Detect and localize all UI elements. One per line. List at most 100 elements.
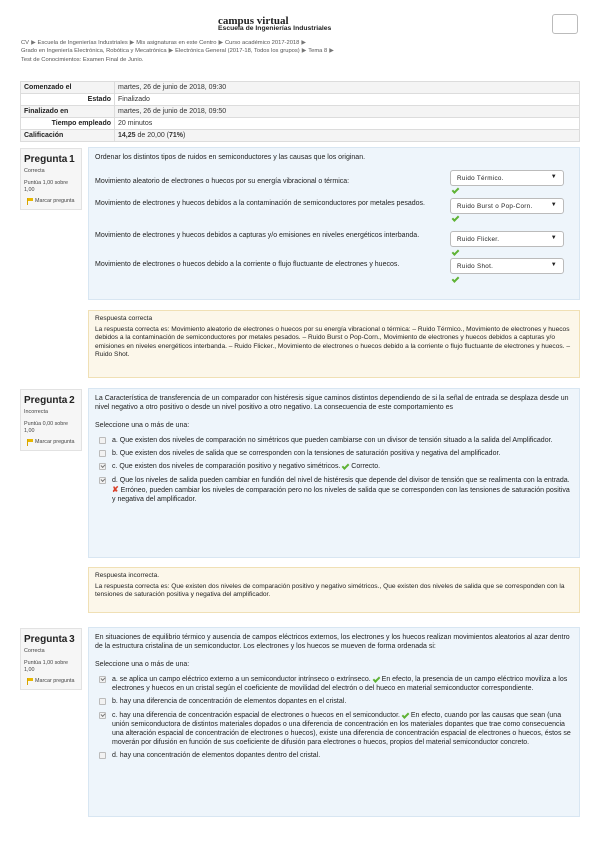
breadcrumb-arrow-icon: ▶ xyxy=(31,40,36,46)
match-select-value: Ruido Térmico. xyxy=(457,175,504,183)
grade-close: ) xyxy=(183,132,186,140)
question-grade: Puntúa 0,00 sobre 1,00 xyxy=(24,421,69,435)
breadcrumb-item[interactable]: CV xyxy=(21,40,29,46)
match-select[interactable]: Ruido Flicker. ▼ xyxy=(450,231,564,248)
question-1-info: Pregunta 1 Correcta Puntúa 1,00 sobre 1,… xyxy=(20,148,82,210)
question-2-info: Pregunta 2 Incorrecta Puntúa 0,00 sobre … xyxy=(20,389,82,451)
select-prompt: Seleccione una o más de una: xyxy=(95,422,190,430)
grade-value: 14,25 de 20,00 (71%) xyxy=(114,129,580,143)
answer-option[interactable]: b. hay una diferencia de concentración d… xyxy=(95,697,573,706)
option-text: d. Que los niveles de salida pueden camb… xyxy=(112,476,570,484)
time-value: 20 minutos xyxy=(114,117,580,131)
breadcrumb-arrow-icon: ▶ xyxy=(301,48,307,55)
flag-question-link[interactable]: Marcar pregunta xyxy=(24,198,78,206)
question-grade: Puntúa 1,00 sobre 1,00 xyxy=(24,180,69,194)
breadcrumb-item[interactable]: Electrónica General (2017-18, Todos los … xyxy=(175,48,300,54)
grade-percent: 71% xyxy=(169,132,184,140)
correct-check-icon xyxy=(451,214,460,222)
site-subtitle: Escuela de Ingenierías Industriales xyxy=(218,25,332,32)
match-select[interactable]: Ruido Burst o Pop-Corn. ▼ xyxy=(450,198,564,215)
breadcrumb: CV ▶ Escuela de Ingenierías Industriales ▶ M… xyxy=(21,39,461,64)
dropdown-arrow-icon: ▼ xyxy=(550,174,557,181)
flag-label: Marcar pregunta xyxy=(35,678,75,685)
checkbox[interactable] xyxy=(99,751,106,759)
question-3-content: En situaciones de equilibrio térmico y a… xyxy=(88,627,580,817)
flag-icon xyxy=(27,678,33,686)
match-select[interactable]: Ruido Shot. ▼ xyxy=(450,258,564,275)
grade-score: 14,25 xyxy=(118,132,136,140)
incorrect-cross-icon: ✘ xyxy=(112,484,119,494)
checkbox[interactable] xyxy=(99,698,106,706)
breadcrumb-item[interactable]: Curso académico 2017-2018 xyxy=(225,40,299,46)
dropdown-arrow-icon: ▼ xyxy=(550,262,557,269)
breadcrumb-arrow-icon: ▶ xyxy=(329,48,334,55)
correct-check-icon xyxy=(451,248,460,256)
correct-check-icon xyxy=(372,675,381,684)
correct-check-icon xyxy=(451,186,460,194)
option-text: d. hay una concentración de elementos do… xyxy=(112,751,321,759)
match-prompt: Movimiento aleatorio de electrones o hue… xyxy=(95,178,350,186)
dropdown-arrow-icon: ▼ xyxy=(550,235,557,242)
feedback-text: La respuesta correcta es: Movimiento ale… xyxy=(95,325,571,359)
checkbox-checked[interactable] xyxy=(99,711,106,719)
answer-option[interactable]: a. Que existen dos niveles de comparació… xyxy=(95,436,573,445)
question-number: Pregunta 2 xyxy=(24,394,78,407)
checkbox-checked[interactable] xyxy=(99,676,106,684)
option-text: c. Que existen dos niveles de comparació… xyxy=(112,463,341,471)
correct-check-icon xyxy=(341,462,350,471)
question-3-info: Pregunta 3 Correcta Puntúa 1,00 sobre 1,… xyxy=(20,628,82,690)
question-1-feedback: Respuesta correcta La respuesta correcta… xyxy=(88,310,580,378)
breadcrumb-item[interactable]: Grado en Ingeniería Electrónica, Robótic… xyxy=(21,48,167,54)
question-state: Correcta xyxy=(24,648,45,654)
breadcrumb-arrow-icon: ▶ xyxy=(218,40,223,46)
quiz-review-page: campus virtual Escuela de Ingenierías In… xyxy=(0,0,599,848)
answer-option[interactable]: d. Que los niveles de salida pueden camb… xyxy=(95,476,573,505)
question-number-value: 3 xyxy=(69,634,75,645)
breadcrumb-item[interactable]: Mis asignaturas en este Centro xyxy=(136,40,216,46)
answer-option[interactable]: d. hay una concentración de elementos do… xyxy=(95,751,573,760)
answer-option[interactable]: b. Que existen dos niveles de salida que… xyxy=(95,449,573,458)
question-text: En situaciones de equilibrio térmico y a… xyxy=(95,634,570,651)
answer-option[interactable]: c. Que existen dos niveles de comparació… xyxy=(95,462,573,471)
question-2-feedback: Respuesta incorrecta. La respuesta corre… xyxy=(88,567,580,613)
match-prompt: Movimiento de electrones o huecos debido… xyxy=(95,261,400,269)
match-select-value: Ruido Burst o Pop-Corn. xyxy=(457,203,533,211)
option-text: b. hay una diferencia de concentración d… xyxy=(112,698,347,706)
flag-label: Marcar pregunta xyxy=(35,198,75,205)
feedback-title: Respuesta correcta xyxy=(95,315,153,322)
question-text: Ordenar los distintos tipos de ruidos en… xyxy=(95,154,366,161)
match-prompt: Movimiento de electrones y huecos debido… xyxy=(95,200,425,208)
breadcrumb-item[interactable]: Tema 8 xyxy=(308,48,327,54)
question-text: La Característica de transferencia de un… xyxy=(95,395,569,412)
select-prompt: Seleccione una o más de una: xyxy=(95,661,190,669)
started-label: Comenzado el xyxy=(20,80,115,95)
finished-label: Finalizado en xyxy=(20,105,115,119)
option-text: c. hay una diferencia de concentración e… xyxy=(112,711,400,719)
question-1-content: Ordenar los distintos tipos de ruidos en… xyxy=(88,147,580,300)
breadcrumb-item-current: Test de Conocimientos: Examen Final de J… xyxy=(21,56,144,63)
option-text: a. se aplica un campo eléctrico externo … xyxy=(112,676,371,684)
dropdown-arrow-icon: ▼ xyxy=(550,202,557,209)
answer-option[interactable]: c. hay una diferencia de concentración e… xyxy=(95,710,573,747)
match-select-value: Ruido Flicker. xyxy=(457,236,500,244)
breadcrumb-arrow-icon: ▶ xyxy=(129,40,135,46)
feedback-text: La respuesta correcta es: Que existen do… xyxy=(95,582,565,599)
flag-icon xyxy=(27,198,33,206)
state-value: Finalizado xyxy=(114,93,580,107)
flag-question-link[interactable]: Marcar pregunta xyxy=(24,439,78,447)
question-number: Pregunta 1 xyxy=(24,153,78,166)
breadcrumb-item[interactable]: Escuela de Ingenierías Industriales xyxy=(38,40,128,46)
match-select[interactable]: Ruido Térmico. ▼ xyxy=(450,170,564,187)
checkbox[interactable] xyxy=(99,437,106,445)
flag-label: Marcar pregunta xyxy=(35,439,75,446)
option-feedback: Correcto. xyxy=(351,463,381,471)
match-select-value: Ruido Shot. xyxy=(457,263,494,271)
checkbox-checked[interactable] xyxy=(99,463,106,471)
flag-question-link[interactable]: Marcar pregunta xyxy=(24,678,78,686)
user-menu-button[interactable] xyxy=(552,14,578,34)
grade-rest: de 20,00 ( xyxy=(135,132,169,140)
answer-option[interactable]: a. se aplica un campo eléctrico externo … xyxy=(95,675,573,693)
option-text: b. Que existen dos niveles de salida que… xyxy=(112,450,501,458)
checkbox-checked[interactable] xyxy=(99,476,106,484)
checkbox[interactable] xyxy=(99,450,106,458)
